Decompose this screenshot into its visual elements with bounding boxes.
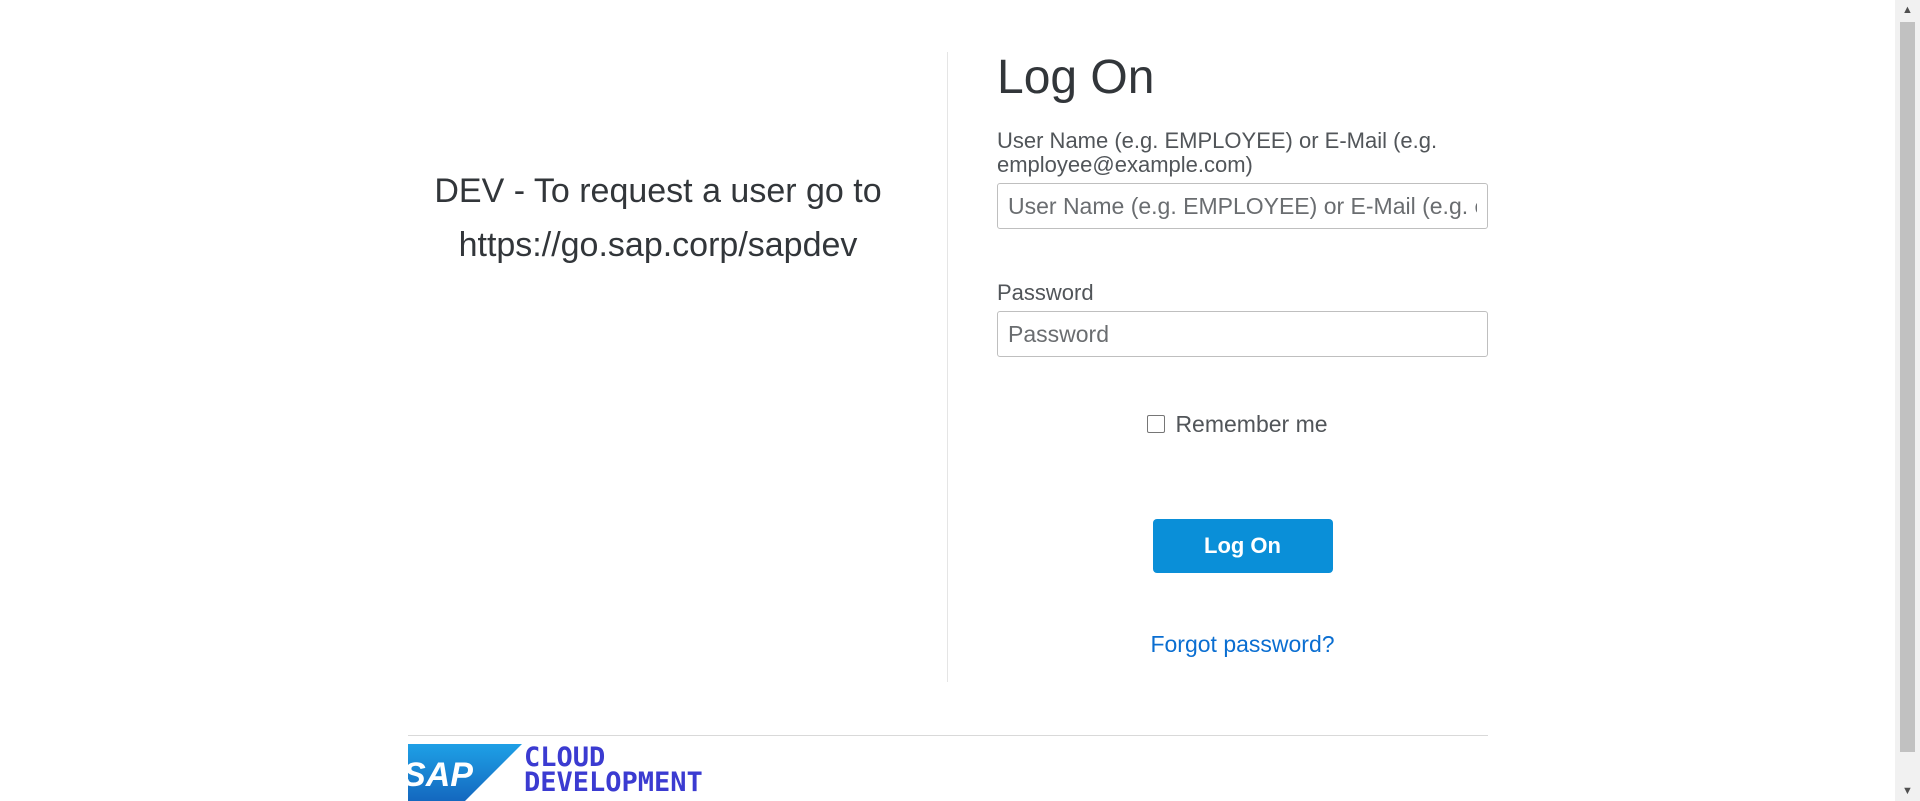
username-label: User Name (e.g. EMPLOYEE) or E-Mail (e.g… <box>997 128 1438 177</box>
info-message: DEV - To request a user go to https://go… <box>408 164 908 272</box>
remember-me-checkbox[interactable] <box>1147 415 1166 433</box>
cloud-development-brand: CLOUD DEVELOPMENT <box>524 744 703 798</box>
forgot-password-link[interactable]: Forgot password? <box>997 631 1488 658</box>
page-title: Log On <box>997 51 1155 104</box>
arrow-up-icon[interactable]: ▲ <box>1895 0 1920 20</box>
password-label: Password <box>997 280 1094 305</box>
logon-form: Log On User Name (e.g. EMPLOYEE) or E-Ma… <box>997 52 1488 658</box>
brand-line2: DEVELOPMENT <box>524 767 703 798</box>
info-panel: DEV - To request a user go to https://go… <box>408 52 948 682</box>
info-message-line2: https://go.sap.corp/sapdev <box>458 226 858 264</box>
sap-logo: SAP <box>408 744 522 801</box>
remember-me-row: Remember me <box>997 409 1488 439</box>
logon-button[interactable]: Log On <box>1152 519 1333 573</box>
scrollbar-thumb[interactable] <box>1900 22 1915 752</box>
logon-page: DEV - To request a user go to https://go… <box>0 0 1920 801</box>
vertical-scrollbar[interactable]: ▲ ▼ <box>1895 0 1920 801</box>
info-message-line1: DEV - To request a user go to <box>434 172 882 210</box>
footer-divider <box>408 735 1488 736</box>
sap-logo-text: SAP <box>408 756 473 794</box>
sap-logo-graphic: SAP <box>408 744 522 801</box>
username-input[interactable] <box>997 183 1488 229</box>
remember-me-label[interactable]: Remember me <box>1175 411 1327 438</box>
password-input[interactable] <box>997 311 1488 357</box>
arrow-down-icon[interactable]: ▼ <box>1895 781 1920 801</box>
